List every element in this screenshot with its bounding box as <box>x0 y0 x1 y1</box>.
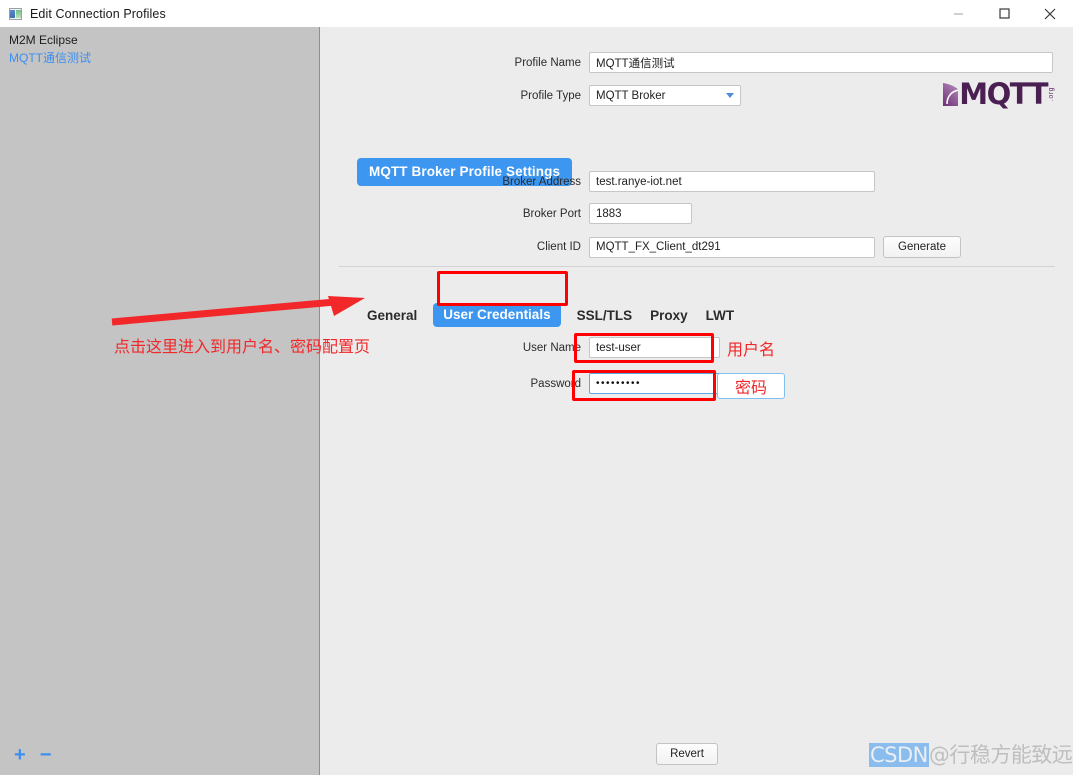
broker-port-row: Broker Port 1883 <box>321 203 692 224</box>
window-controls <box>935 0 1073 27</box>
tab-user-credentials[interactable]: User Credentials <box>433 303 561 327</box>
annotation-password-note: 密码 <box>734 378 767 397</box>
broker-address-input[interactable]: test.ranye-iot.net <box>589 171 875 192</box>
tab-lwt[interactable]: LWT <box>704 305 737 326</box>
password-label: Password <box>530 377 582 390</box>
profile-name-input[interactable]: MQTT通信测试 <box>589 52 1053 73</box>
broker-port-input[interactable]: 1883 <box>589 203 692 224</box>
mqtt-wave-icon <box>941 80 959 108</box>
title-bar: Edit Connection Profiles <box>0 0 1073 28</box>
profile-type-row: Profile Type MQTT Broker <box>321 85 741 106</box>
broker-address-row: Broker Address test.ranye-iot.net <box>321 171 875 192</box>
tab-ssl-tls[interactable]: SSL/TLS <box>575 305 635 326</box>
profile-type-select[interactable]: MQTT Broker <box>589 85 741 106</box>
minimize-icon[interactable] <box>935 0 981 27</box>
mqtt-logo: MQTT .org <box>941 78 1055 110</box>
annotation-box-password <box>572 370 716 401</box>
mqtt-wordmark: MQTT <box>959 77 1048 111</box>
client-id-input[interactable]: MQTT_FX_Client_dt291 <box>589 236 875 258</box>
mqtt-org-suffix: .org <box>1048 86 1055 102</box>
broker-address-label: Broker Address <box>502 175 581 188</box>
profile-name-label: Profile Name <box>514 56 581 69</box>
maximize-icon[interactable] <box>981 0 1027 27</box>
remove-profile-icon[interactable]: − <box>40 745 52 765</box>
app-window-icon <box>9 7 22 20</box>
list-item[interactable]: M2M Eclipse <box>0 31 319 49</box>
sidebar-toolbar: + − <box>0 735 320 775</box>
client-id-row: Client ID MQTT_FX_Client_dt291 Generate <box>321 236 961 258</box>
annotation-instruction: 点击这里进入到用户名、密码配置页 <box>114 337 371 356</box>
profiles-sidebar: M2M Eclipse MQTT通信测试 + − <box>0 27 320 775</box>
broker-port-label: Broker Port <box>522 207 581 220</box>
settings-tabs: General User Credentials SSL/TLS Proxy L… <box>365 303 750 327</box>
profile-type-label: Profile Type <box>520 89 581 102</box>
annotation-box-tab <box>437 271 568 306</box>
profile-editor-panel: Profile Name MQTT通信测试 Profile Type MQTT … <box>321 27 1073 775</box>
annotation-box-username <box>574 333 714 363</box>
annotation-username-note: 用户名 <box>727 340 776 359</box>
profile-list: M2M Eclipse MQTT通信测试 <box>0 27 319 67</box>
generate-button[interactable]: Generate <box>883 236 961 258</box>
chevron-down-icon <box>726 93 734 98</box>
profile-type-value: MQTT Broker <box>596 89 666 102</box>
tab-proxy[interactable]: Proxy <box>648 305 690 326</box>
client-id-label: Client ID <box>536 241 581 253</box>
list-item[interactable]: MQTT通信测试 <box>0 49 319 67</box>
annotation-arrow-icon <box>111 296 365 326</box>
tab-general[interactable]: General <box>365 305 419 326</box>
close-icon[interactable] <box>1027 0 1073 27</box>
revert-button[interactable]: Revert <box>656 743 718 765</box>
add-profile-icon[interactable]: + <box>14 745 26 765</box>
window-title: Edit Connection Profiles <box>30 6 166 21</box>
dialog-footer: Revert Apply Cancel <box>642 735 1073 775</box>
annotation-box-password-note: 密码 <box>717 373 785 399</box>
divider <box>339 266 1055 267</box>
profile-name-row: Profile Name MQTT通信测试 <box>321 52 1053 73</box>
